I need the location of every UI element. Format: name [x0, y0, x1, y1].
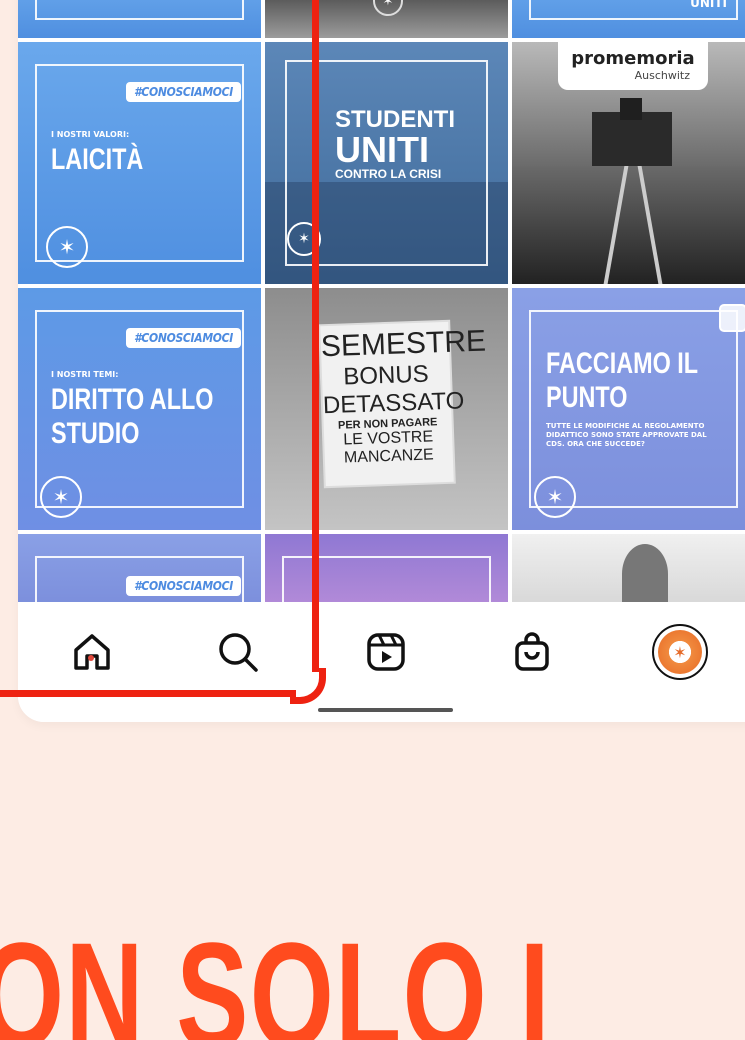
profile-avatar[interactable]: ✶ [652, 624, 708, 680]
gate-building [592, 112, 672, 166]
sign-line: BONUS [342, 360, 430, 391]
active-dot [88, 655, 94, 661]
grid-post-promemoria[interactable]: promemoria Auschwitz [512, 42, 745, 284]
logo-icon: ✶ [658, 630, 702, 674]
hashtag-badge: #CONOSCIAMOCI [126, 82, 241, 102]
home-icon[interactable] [68, 628, 116, 676]
logo-icon: ✶ [46, 226, 88, 268]
grid-post-studenti-uniti[interactable]: STUDENTI UNITI CONTRO LA CRISI ✶ [265, 42, 508, 284]
logo-icon: ✶ [534, 476, 576, 518]
badge: promemoria Auschwitz [558, 42, 708, 90]
grid-post[interactable] [265, 534, 508, 604]
hashtag-badge: #CONOSCIAMOCI [126, 328, 241, 348]
headline: ON SOLO IL FEED [0, 920, 556, 1040]
post-title-line: DIRITTO ALLO [51, 383, 214, 416]
shop-icon[interactable] [508, 628, 556, 676]
reels-icon[interactable] [362, 628, 410, 676]
person-photo [622, 544, 668, 604]
hashtag-badge: #CONOSCIAMOCI [126, 576, 241, 596]
post-title-line: FACCIAMO IL [546, 347, 699, 380]
phone-screen: ✶ UNITI #CONOSCIAMOCI I NOSTRI VALORI: L… [18, 0, 745, 722]
grid-post-facciamo-punto[interactable]: FACCIAMO IL PUNTO TUTTE LE MODIFICHE AL … [512, 288, 745, 530]
carousel-icon [719, 304, 745, 332]
post-subtitle: I NOSTRI VALORI: [51, 130, 130, 139]
grid-post[interactable]: #CONOSCIAMOCI [18, 534, 261, 604]
post-title-line: PUNTO [546, 381, 628, 414]
grid-post[interactable]: UNITI [512, 0, 745, 38]
rail-ground [512, 166, 745, 284]
bottom-navigation: ✶ [18, 602, 745, 722]
gate-tower [620, 98, 642, 120]
sign-line: SEMESTRE [320, 324, 487, 364]
badge-title: promemoria [571, 48, 695, 69]
post-title-line: UNITI [335, 129, 429, 170]
grid-post-diritto-studio[interactable]: #CONOSCIAMOCI I NOSTRI TEMI: DIRITTO ALL… [18, 288, 261, 530]
grid-post-semestre-bonus[interactable]: SEMESTRE BONUS DETASSATO PER NON PAGARE … [265, 288, 508, 530]
sign-line: MANCANZE [343, 446, 434, 467]
grid-post-laicita[interactable]: #CONOSCIAMOCI I NOSTRI VALORI: LAICITÀ ✶ [18, 42, 261, 284]
grid-post[interactable] [18, 0, 261, 38]
logo-icon: ✶ [373, 0, 403, 16]
protest-sign: SEMESTRE BONUS DETASSATO PER NON PAGARE … [320, 321, 487, 487]
highlight-line [0, 690, 296, 697]
post-subtitle: I NOSTRI TEMI: [51, 370, 119, 379]
badge-subtitle: Auschwitz [634, 69, 690, 82]
profile-grid: ✶ UNITI #CONOSCIAMOCI I NOSTRI VALORI: L… [18, 0, 745, 604]
post-title-line: CONTRO LA CRISI [335, 167, 442, 181]
home-indicator [318, 708, 453, 712]
post-title: UNITI [690, 0, 727, 10]
post-title-line: STUDIO [51, 417, 140, 450]
highlight-line [312, 0, 319, 672]
logo-icon: ✶ [40, 476, 82, 518]
search-icon[interactable] [214, 628, 262, 676]
sign-line: DETASSATO [322, 387, 465, 420]
grid-post[interactable]: ✶ [265, 0, 508, 38]
post-caption: TUTTE LE MODIFICHE AL REGOLAMENTO DIDATT… [546, 422, 707, 448]
grid-post[interactable] [512, 534, 745, 604]
post-title: LAICITÀ [51, 143, 144, 176]
